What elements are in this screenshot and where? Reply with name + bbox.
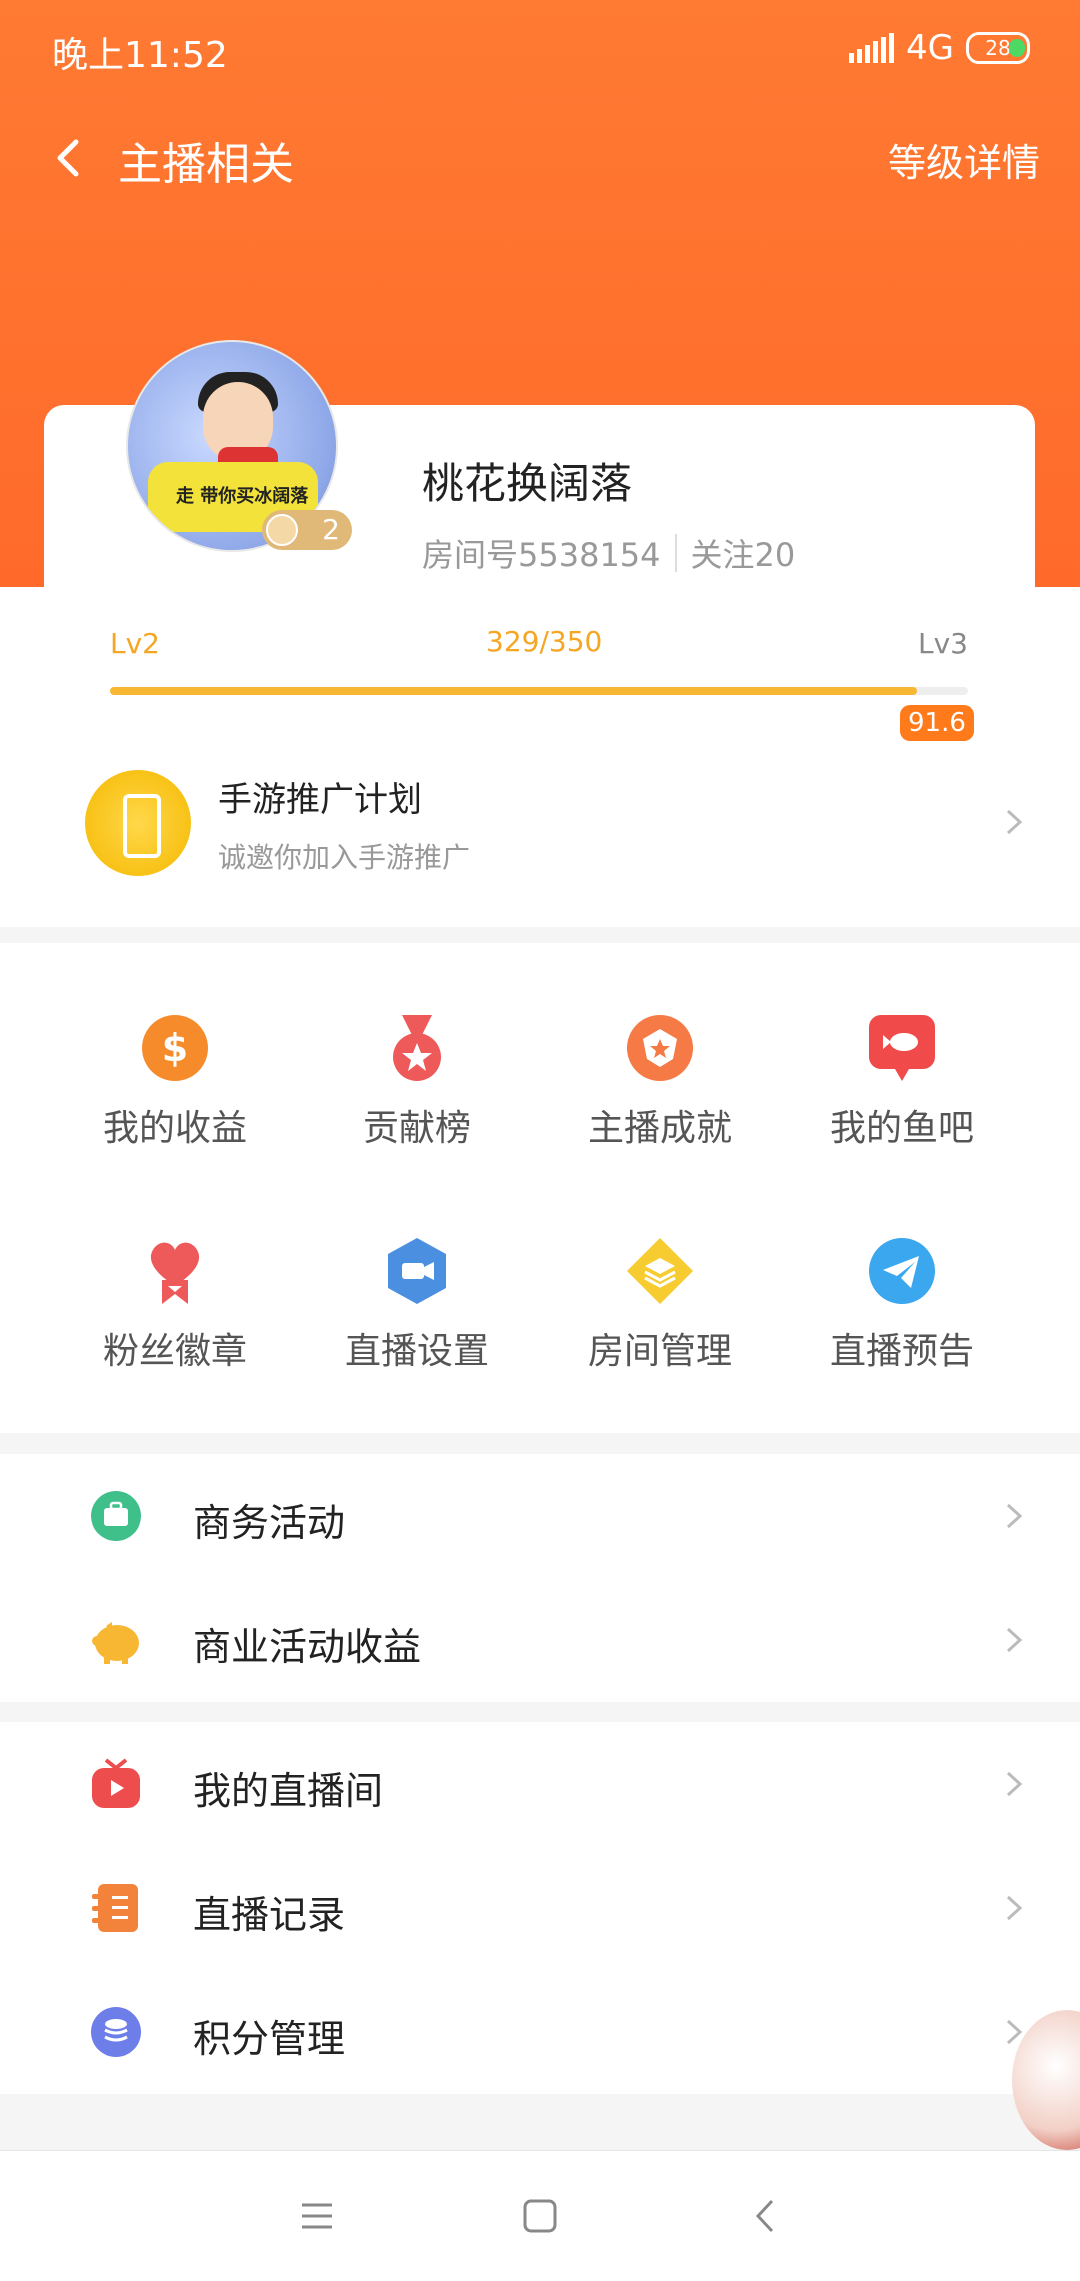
battery-icon: 28 — [966, 32, 1030, 64]
level-progress-text: 329/350 — [486, 625, 603, 658]
current-level: Lv2 — [110, 627, 160, 660]
level-detail-link[interactable]: 等级详情 — [888, 132, 1040, 187]
grid-label: 房间管理 — [587, 1331, 732, 1372]
level-badge-number: 2 — [322, 513, 340, 546]
heart-badge-icon — [140, 1236, 210, 1306]
level-medal-icon — [266, 514, 298, 546]
grid-label: 粉丝徽章 — [102, 1331, 247, 1372]
back-icon[interactable] — [40, 128, 100, 188]
list-item-my-live-room[interactable]: 我的直播间 — [0, 1722, 1080, 1846]
chevron-right-icon — [998, 1893, 1028, 1923]
system-nav-bar — [0, 2150, 1080, 2281]
level-badge: 2 — [262, 510, 352, 550]
list-item-label: 我的直播间 — [193, 1769, 384, 1813]
tv-icon — [90, 1758, 142, 1810]
list-item-label: 直播记录 — [193, 1893, 346, 1937]
battery-level: 28 — [985, 36, 1011, 60]
paper-plane-icon — [867, 1236, 937, 1306]
status-bar: 晚上11:52 4G 28 — [0, 0, 1080, 95]
feature-grid: $ 我的收益 贡献榜 主播成就 我的鱼吧 粉丝徽章 直播设置 房间管理 直播预告 — [0, 943, 1080, 1433]
live-list: 我的直播间 直播记录 积分管理 — [0, 1722, 1080, 2094]
list-item-label: 商务活动 — [193, 1501, 346, 1545]
level-progress-bar — [110, 687, 968, 695]
list-item-points-manage[interactable]: 积分管理 — [0, 1970, 1080, 2094]
list-item-live-records[interactable]: 直播记录 — [0, 1846, 1080, 1970]
username: 桃花换阔落 — [422, 459, 633, 508]
grid-label: 直播设置 — [344, 1331, 489, 1372]
chevron-right-icon — [998, 807, 1028, 837]
promo-banner[interactable]: 手游推广计划 诚邀你加入手游推广 — [0, 750, 1080, 900]
room-info: 房间号5538154 关注20 — [422, 530, 795, 576]
chevron-right-icon — [998, 1501, 1028, 1531]
svg-text:$: $ — [162, 1026, 188, 1070]
network-type: 4G — [906, 28, 954, 68]
signal-icon — [849, 33, 895, 63]
coins-icon — [90, 2006, 142, 2058]
business-list: 商务活动 商业活动收益 — [0, 1454, 1080, 1702]
grid-item-earnings[interactable]: $ 我的收益 — [55, 1013, 295, 1173]
promo-title: 手游推广计划 — [218, 780, 422, 820]
status-indicators: 4G 28 — [849, 26, 1030, 70]
level-progress-fill — [110, 687, 917, 695]
grid-label: 主播成就 — [587, 1108, 732, 1149]
phone-icon — [85, 770, 191, 876]
chevron-right-icon — [998, 1625, 1028, 1655]
home-icon[interactable] — [515, 2191, 565, 2241]
promo-subtitle: 诚邀你加入手游推广 — [218, 841, 471, 874]
chevron-right-icon — [998, 1769, 1028, 1799]
dollar-icon: $ — [140, 1013, 210, 1083]
grid-item-live-notice[interactable]: 直播预告 — [782, 1236, 1022, 1396]
progress-badge: 91.6 — [900, 705, 974, 741]
status-time: 晚上11:52 — [52, 35, 228, 76]
grid-item-room-manage[interactable]: 房间管理 — [540, 1236, 780, 1396]
page-title: 主播相关 — [118, 139, 294, 190]
fish-icon — [867, 1013, 937, 1083]
list-item-business-activity[interactable]: 商务活动 — [0, 1454, 1080, 1578]
grid-item-achievement[interactable]: 主播成就 — [540, 1013, 780, 1173]
grid-item-contribution[interactable]: 贡献榜 — [297, 1013, 537, 1173]
menu-icon[interactable] — [292, 2191, 342, 2241]
list-item-label: 商业活动收益 — [193, 1625, 422, 1669]
achievement-icon — [625, 1013, 695, 1083]
grid-item-fan-badge[interactable]: 粉丝徽章 — [55, 1236, 295, 1396]
grid-label: 我的收益 — [102, 1108, 247, 1149]
grid-item-live-settings[interactable]: 直播设置 — [297, 1236, 537, 1396]
grid-label: 贡献榜 — [362, 1108, 471, 1149]
grid-item-fish-bar[interactable]: 我的鱼吧 — [782, 1013, 1022, 1173]
avatar-caption: 走 带你买冰阔落 — [176, 486, 309, 507]
briefcase-icon — [90, 1490, 142, 1542]
piggy-bank-icon — [90, 1614, 142, 1666]
grid-label: 直播预告 — [829, 1331, 974, 1372]
camera-icon — [382, 1236, 452, 1306]
divider — [674, 534, 677, 572]
follow-count[interactable]: 关注20 — [691, 530, 796, 576]
grid-label: 我的鱼吧 — [829, 1108, 974, 1149]
medal-icon — [382, 1013, 452, 1083]
layers-icon — [625, 1236, 695, 1306]
list-item-label: 积分管理 — [193, 2017, 346, 2061]
list-item-business-earnings[interactable]: 商业活动收益 — [0, 1578, 1080, 1702]
record-book-icon — [90, 1882, 142, 1934]
room-number: 房间号5538154 — [422, 536, 661, 574]
back-nav-icon[interactable] — [742, 2191, 792, 2241]
next-level: Lv3 — [918, 627, 968, 660]
title-bar: 主播相关 等级详情 — [0, 110, 1080, 200]
